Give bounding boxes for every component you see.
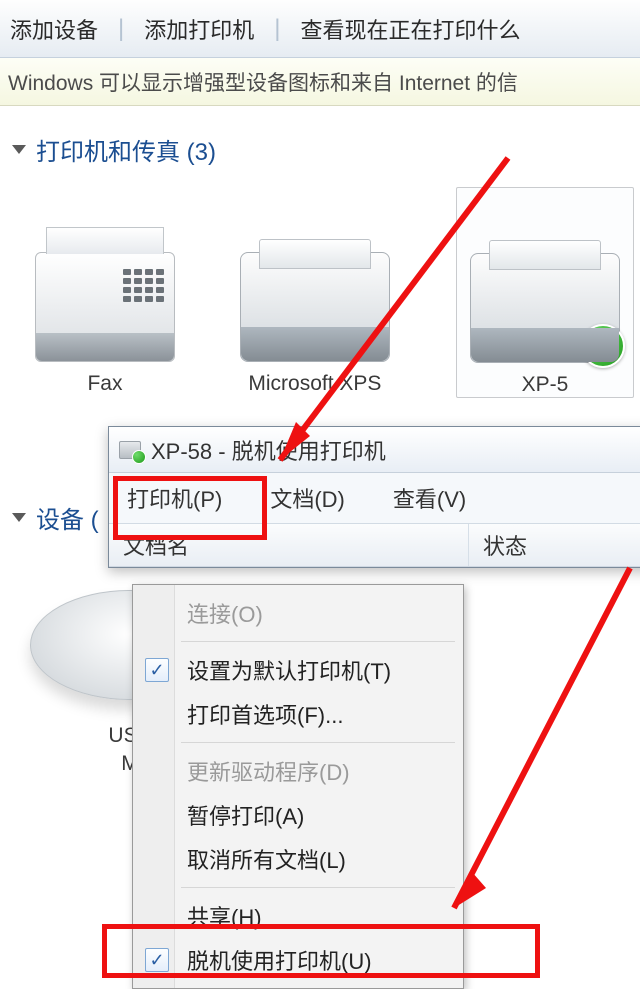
menu-view[interactable]: 查看(V) bbox=[381, 476, 478, 520]
chevron-down-icon bbox=[12, 145, 26, 154]
toolbar-add-printer[interactable]: 添加打印机 bbox=[144, 13, 254, 45]
menu-separator bbox=[181, 742, 455, 743]
printer-small-icon bbox=[119, 441, 141, 459]
annotation-arrow-1 bbox=[250, 150, 520, 480]
menu-item-update-driver: 更新驱动程序(D) bbox=[135, 749, 461, 793]
toolbar-view-queue[interactable]: 查看现在正在打印什么 bbox=[301, 13, 521, 45]
annotation-arrow-2 bbox=[430, 560, 640, 930]
section-printers-title: 打印机和传真 (3) bbox=[36, 132, 216, 167]
menu-item-cancel-all[interactable]: 取消所有文档(L) bbox=[135, 837, 461, 881]
device-fax[interactable]: Fax bbox=[6, 187, 204, 398]
annotation-box-offline-item bbox=[102, 924, 540, 978]
col-status[interactable]: 状态 bbox=[469, 529, 527, 561]
menu-item-set-default[interactable]: ✓ 设置为默认打印机(T) bbox=[135, 648, 461, 692]
menu-item-connect: 连接(O) bbox=[135, 591, 461, 635]
check-icon: ✓ bbox=[145, 658, 169, 682]
fax-icon bbox=[35, 252, 175, 362]
menu-document[interactable]: 文档(D) bbox=[258, 476, 357, 520]
default-check-icon: ✓ bbox=[581, 324, 625, 368]
chevron-down-icon bbox=[12, 513, 26, 522]
info-bar: Windows 可以显示增强型设备图标和来自 Internet 的信 bbox=[0, 58, 640, 106]
section-devices-header[interactable]: 设备 ( bbox=[6, 500, 99, 535]
toolbar-separator: | bbox=[118, 15, 124, 43]
annotation-box-printer-menu bbox=[113, 476, 267, 540]
menu-separator bbox=[181, 887, 455, 888]
toolbar: 添加设备 | 添加打印机 | 查看现在正在打印什么 bbox=[0, 0, 640, 58]
device-label: Fax bbox=[6, 362, 204, 396]
menu-item-pause[interactable]: 暂停打印(A) bbox=[135, 793, 461, 837]
menu-item-preferences[interactable]: 打印首选项(F)... bbox=[135, 692, 461, 736]
section-devices-title: 设备 ( bbox=[36, 500, 99, 535]
toolbar-separator: | bbox=[274, 15, 280, 43]
toolbar-add-device[interactable]: 添加设备 bbox=[10, 13, 98, 45]
menu-separator bbox=[181, 641, 455, 642]
